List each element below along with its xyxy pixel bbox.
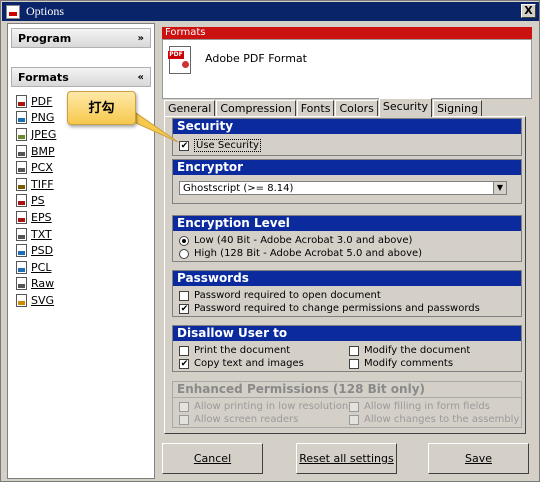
tab-security[interactable]: Security <box>378 98 433 117</box>
callout-arrow <box>135 112 179 143</box>
callout-pointer <box>135 112 179 143</box>
callout-note: 打勾 <box>67 91 136 125</box>
